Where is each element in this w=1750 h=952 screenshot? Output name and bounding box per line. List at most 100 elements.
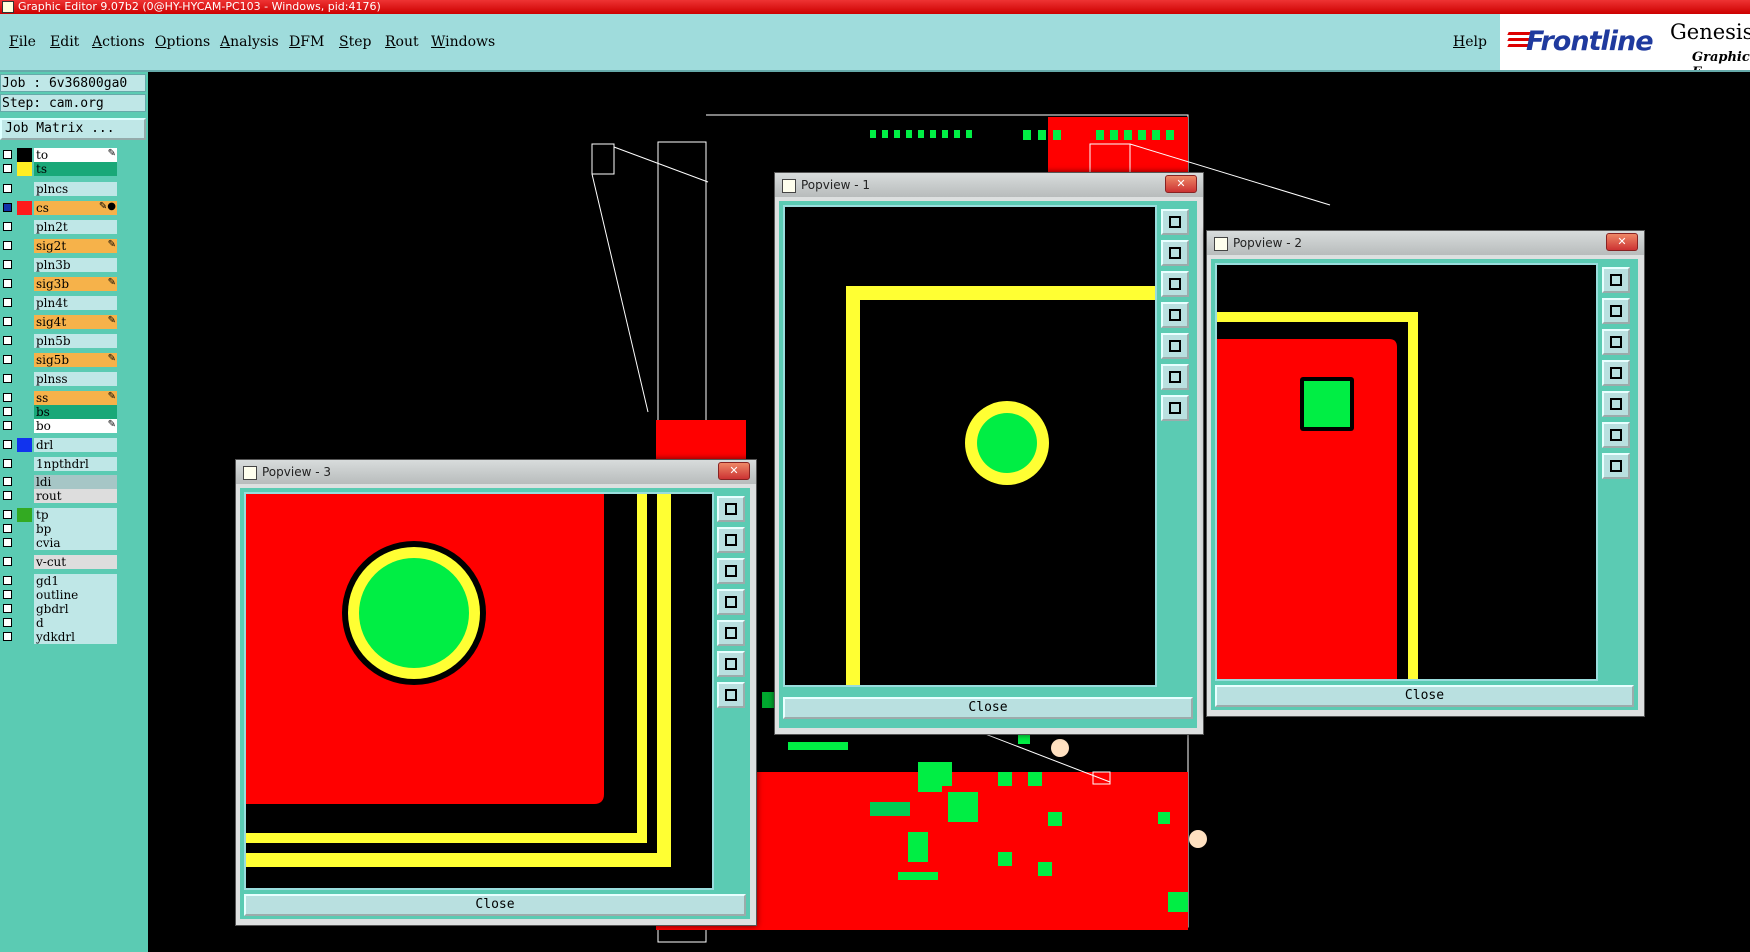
layer-row-bs[interactable]: bs bbox=[0, 405, 119, 419]
layer-checkbox[interactable] bbox=[3, 618, 12, 627]
layer-color-swatch[interactable] bbox=[17, 489, 32, 503]
pan-left-button[interactable] bbox=[717, 589, 745, 615]
layer-name[interactable]: cvia bbox=[34, 536, 117, 550]
layer-checkbox[interactable] bbox=[3, 590, 12, 599]
layer-row-sig3b[interactable]: sig3b ✎ bbox=[0, 277, 119, 291]
layer-name[interactable]: gd1 bbox=[34, 574, 117, 588]
layer-row-ldi[interactable]: ldi bbox=[0, 475, 119, 489]
layer-color-swatch[interactable] bbox=[17, 522, 32, 536]
layer-row-bp[interactable]: bp bbox=[0, 522, 119, 536]
layer-color-swatch[interactable] bbox=[17, 574, 32, 588]
layer-name[interactable]: tp bbox=[34, 508, 117, 522]
layer-checkbox[interactable] bbox=[3, 355, 12, 364]
layer-color-swatch[interactable] bbox=[17, 258, 32, 272]
layer-name[interactable]: v-cut bbox=[34, 555, 117, 569]
pan-up-button[interactable] bbox=[1161, 240, 1189, 266]
layer-row-1npthdrl[interactable]: 1npthdrl bbox=[0, 457, 119, 471]
menu-analysis[interactable]: Analysis bbox=[220, 34, 279, 50]
layer-checkbox[interactable] bbox=[3, 241, 12, 250]
layer-row-gbdrl[interactable]: gbdrl bbox=[0, 602, 119, 616]
layer-checkbox[interactable] bbox=[3, 491, 12, 500]
popview-2-canvas[interactable] bbox=[1215, 263, 1598, 681]
layer-color-swatch[interactable] bbox=[17, 508, 32, 522]
layer-row-ydkdrl[interactable]: ydkdrl bbox=[0, 630, 119, 644]
layer-row-ts[interactable]: ts bbox=[0, 162, 119, 176]
layer-color-swatch[interactable] bbox=[17, 162, 32, 176]
layer-checkbox[interactable] bbox=[3, 393, 12, 402]
pan-left-button[interactable] bbox=[1161, 302, 1189, 328]
layer-row-tp[interactable]: tp bbox=[0, 508, 119, 522]
zoom-fit-button[interactable] bbox=[1161, 364, 1189, 390]
zoom-window-button[interactable] bbox=[717, 496, 745, 522]
layer-color-swatch[interactable] bbox=[17, 602, 32, 616]
layer-checkbox[interactable] bbox=[3, 576, 12, 585]
layer-checkbox[interactable] bbox=[3, 279, 12, 288]
layer-color-swatch[interactable] bbox=[17, 588, 32, 602]
popview-1-close-button[interactable]: Close bbox=[783, 697, 1193, 719]
layer-row-v-cut[interactable]: v-cut bbox=[0, 555, 119, 569]
layer-name[interactable]: pln4t bbox=[34, 296, 117, 310]
layer-row-gd1[interactable]: gd1 bbox=[0, 574, 119, 588]
popview-1-canvas[interactable] bbox=[783, 205, 1157, 687]
layer-color-swatch[interactable] bbox=[17, 315, 32, 329]
pan-right-button[interactable] bbox=[1602, 391, 1630, 417]
layer-color-swatch[interactable] bbox=[17, 475, 32, 489]
layer-checkbox[interactable] bbox=[3, 203, 12, 212]
layer-name[interactable]: to bbox=[34, 148, 117, 162]
layer-color-swatch[interactable] bbox=[17, 419, 32, 433]
pan-down-button[interactable] bbox=[717, 558, 745, 584]
menu-actions[interactable]: Actions bbox=[92, 34, 145, 50]
menu-rout[interactable]: Rout bbox=[385, 34, 419, 50]
menu-windows[interactable]: Windows bbox=[431, 34, 495, 50]
popview-3-titlebar[interactable]: Popview - 3 ✕ bbox=[236, 460, 756, 484]
close-icon[interactable]: ✕ bbox=[1606, 233, 1638, 251]
layer-name[interactable]: bs bbox=[34, 405, 117, 419]
layer-name[interactable]: sig4t bbox=[34, 315, 117, 329]
zoom-fit-button[interactable] bbox=[1602, 422, 1630, 448]
layer-name[interactable]: sig3b bbox=[34, 277, 117, 291]
layer-name[interactable]: plncs bbox=[34, 182, 117, 196]
pan-right-button[interactable] bbox=[1161, 333, 1189, 359]
layer-checkbox[interactable] bbox=[3, 164, 12, 173]
pan-down-button[interactable] bbox=[1161, 271, 1189, 297]
popview-1-titlebar[interactable]: Popview - 1 ✕ bbox=[775, 173, 1203, 197]
layer-row-sig4t[interactable]: sig4t ✎ bbox=[0, 315, 119, 329]
popview-2-close-button[interactable]: Close bbox=[1215, 685, 1634, 707]
layer-row-pln4t[interactable]: pln4t bbox=[0, 296, 119, 310]
layer-color-swatch[interactable] bbox=[17, 438, 32, 452]
zoom-home-button[interactable] bbox=[1602, 453, 1630, 479]
menu-file[interactable]: File bbox=[9, 34, 36, 50]
layer-checkbox[interactable] bbox=[3, 440, 12, 449]
zoom-window-button[interactable] bbox=[1161, 209, 1189, 235]
layer-row-pln2t[interactable]: pln2t bbox=[0, 220, 119, 234]
close-icon[interactable]: ✕ bbox=[1165, 175, 1197, 193]
layer-checkbox[interactable] bbox=[3, 222, 12, 231]
layer-color-swatch[interactable] bbox=[17, 630, 32, 644]
layer-name[interactable]: plnss bbox=[34, 372, 117, 386]
layer-row-drl[interactable]: drl bbox=[0, 438, 119, 452]
layer-row-plnss[interactable]: plnss bbox=[0, 372, 119, 386]
zoom-home-button[interactable] bbox=[717, 682, 745, 708]
layer-row-pln5b[interactable]: pln5b bbox=[0, 334, 119, 348]
layer-checkbox[interactable] bbox=[3, 538, 12, 547]
pan-down-button[interactable] bbox=[1602, 329, 1630, 355]
layer-checkbox[interactable] bbox=[3, 374, 12, 383]
layer-color-swatch[interactable] bbox=[17, 616, 32, 630]
menu-edit[interactable]: Edit bbox=[50, 34, 79, 50]
layer-row-rout[interactable]: rout bbox=[0, 489, 119, 503]
layer-row-sig5b[interactable]: sig5b ✎ bbox=[0, 353, 119, 367]
popview-2-titlebar[interactable]: Popview - 2 ✕ bbox=[1207, 231, 1644, 255]
zoom-window-button[interactable] bbox=[1602, 267, 1630, 293]
layer-name[interactable]: bo bbox=[34, 419, 117, 433]
layer-name[interactable]: pln2t bbox=[34, 220, 117, 234]
layer-checkbox[interactable] bbox=[3, 184, 12, 193]
pan-up-button[interactable] bbox=[717, 527, 745, 553]
layer-checkbox[interactable] bbox=[3, 407, 12, 416]
layer-name[interactable]: 1npthdrl bbox=[34, 457, 117, 471]
layer-name[interactable]: ydkdrl bbox=[34, 630, 117, 644]
layer-checkbox[interactable] bbox=[3, 604, 12, 613]
layer-color-swatch[interactable] bbox=[17, 296, 32, 310]
layer-row-cs[interactable]: cs ✎● bbox=[0, 201, 119, 215]
layer-name[interactable]: bp bbox=[34, 522, 117, 536]
layer-name[interactable]: rout bbox=[34, 489, 117, 503]
